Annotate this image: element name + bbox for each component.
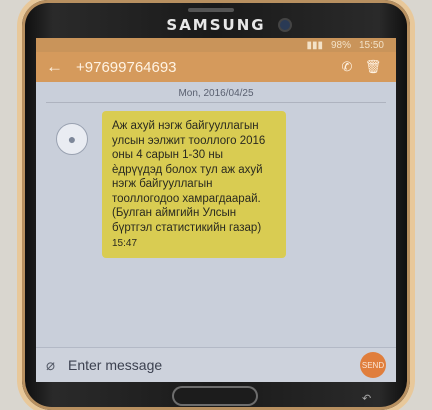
speaker-grille — [188, 8, 234, 12]
trash-icon[interactable]: 🗑 — [360, 59, 386, 75]
message-composer: ⌀ Enter message SEND — [36, 347, 396, 382]
contact-avatar[interactable]: ● — [56, 123, 88, 155]
phone-device: SAMSUNG ▮▮▮ 98% 15:50 ← +97699764693 ✆ 🗑… — [22, 0, 410, 410]
contact-phone-number[interactable]: +97699764693 — [70, 59, 334, 76]
signal-icon: ▮▮▮ — [306, 39, 323, 51]
message-text: Аж ахуй нэгж байгууллагын улсын ээлжит т… — [112, 120, 266, 234]
battery-level: 98% — [330, 39, 351, 51]
status-bar: ▮▮▮ 98% 15:50 — [36, 38, 396, 52]
attach-icon[interactable]: ⌀ — [46, 356, 68, 374]
person-icon: ● — [67, 131, 77, 147]
message-time: 15:47 — [112, 238, 138, 249]
back-key-icon[interactable]: ↶ — [362, 392, 371, 405]
back-arrow-icon[interactable]: ← — [46, 57, 70, 77]
message-row: ● Аж ахуй нэгж байгууллагын улсын ээлжит… — [36, 111, 396, 351]
screen: ▮▮▮ 98% 15:50 ← +97699764693 ✆ 🗑 Mon, 20… — [36, 38, 396, 382]
phone-icon[interactable]: ✆ — [334, 59, 360, 75]
message-bubble[interactable]: Аж ахуй нэгж байгууллагын улсын ээлжит т… — [102, 111, 286, 258]
conversation-header: ← +97699764693 ✆ 🗑 — [36, 52, 396, 82]
message-input[interactable]: Enter message — [68, 357, 360, 373]
status-time: 15:50 — [358, 39, 384, 51]
home-button[interactable] — [174, 388, 256, 404]
device-brand: SAMSUNG — [166, 16, 266, 34]
send-button[interactable]: SEND — [360, 352, 386, 378]
date-divider: Mon, 2016/04/25 — [46, 88, 386, 103]
